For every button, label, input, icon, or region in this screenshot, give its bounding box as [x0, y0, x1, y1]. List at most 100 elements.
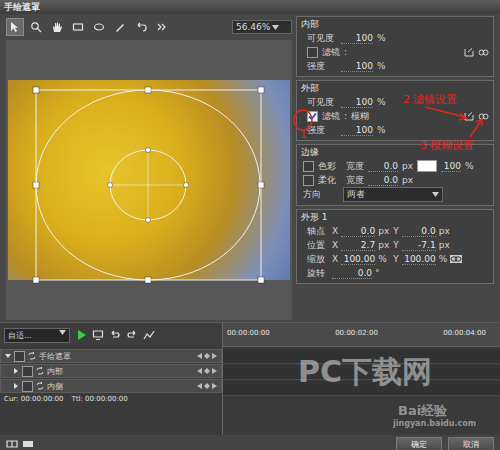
- track-row[interactable]: 手绘遮罩: [0, 349, 222, 363]
- track-checkbox[interactable]: [22, 381, 33, 392]
- single-view-icon[interactable]: [22, 438, 34, 450]
- track-checkbox[interactable]: [14, 351, 25, 362]
- loop-icon: [28, 352, 36, 360]
- tool-button[interactable]: [69, 18, 87, 36]
- value-field[interactable]: 0.0: [368, 161, 398, 172]
- split-view-icon[interactable]: [6, 438, 18, 450]
- ruler-label: 00:00:04:00: [443, 329, 486, 337]
- group-title: 内部: [301, 18, 489, 31]
- track-row[interactable]: 内侧: [0, 379, 222, 393]
- track-row[interactable]: 内部: [0, 364, 222, 378]
- value-field[interactable]: 100: [341, 97, 373, 108]
- dialog-buttons: 确定取消: [396, 437, 494, 450]
- tool-button[interactable]: [90, 18, 108, 36]
- prev-key-icon[interactable]: [197, 368, 202, 374]
- track-rows: 手绘遮罩内部内侧: [0, 347, 222, 393]
- expand-icon[interactable]: [13, 383, 19, 389]
- mask-shapes-icon[interactable]: [6, 40, 292, 320]
- filter-checkbox[interactable]: [307, 111, 318, 122]
- properties-panel: 内部可见度100%滤镜:强度100%外部可见度100%滤镜:模糊强度100%边缘…: [296, 16, 494, 320]
- play-icon[interactable]: [75, 329, 87, 341]
- unit: %: [378, 254, 390, 264]
- filter-checkbox[interactable]: [307, 47, 318, 58]
- single-row: 旋转0.0°: [301, 266, 489, 280]
- x-field[interactable]: 100.00: [341, 254, 375, 265]
- prev-key-icon[interactable]: [197, 353, 202, 359]
- color-swatch[interactable]: [417, 160, 437, 172]
- unit: px: [439, 226, 450, 236]
- filter-row: 滤镜:: [301, 45, 489, 59]
- annotation-label: 3 模糊设置: [420, 138, 475, 153]
- filter-settings-icon[interactable]: [478, 48, 489, 57]
- row-label: 可见度: [307, 96, 337, 109]
- filter-list-icon[interactable]: [464, 112, 474, 121]
- y-field[interactable]: 100.00: [402, 254, 436, 265]
- value-row: 可见度100%: [301, 31, 489, 45]
- value-field[interactable]: 0.0: [332, 268, 372, 279]
- ok-button[interactable]: 确定: [396, 437, 442, 450]
- property-group: 边缘色彩宽度0.0px100%柔化宽度0.0px方向两者: [296, 144, 494, 206]
- separator: :: [344, 47, 347, 57]
- row-label: 柔化: [318, 174, 342, 187]
- value-field[interactable]: 100: [341, 125, 373, 136]
- y-field[interactable]: 0.0: [402, 226, 436, 237]
- redo-icon[interactable]: [126, 329, 138, 341]
- y-label: Y: [393, 254, 399, 264]
- property-group: 外形 1轴点X0.0pxY0.0px位置X2.7pxY-7.1px缩放X100.…: [296, 209, 494, 284]
- filter-list-icon[interactable]: [464, 48, 474, 57]
- x-label: X: [332, 226, 338, 236]
- x-field[interactable]: 0.0: [341, 226, 375, 237]
- value-field[interactable]: 100: [341, 33, 373, 44]
- y-field[interactable]: -7.1: [402, 240, 436, 251]
- add-key-icon[interactable]: [204, 368, 210, 374]
- next-key-icon[interactable]: [212, 383, 217, 389]
- tool-button[interactable]: [132, 18, 150, 36]
- pen-icon: [114, 21, 126, 33]
- toolbar: 56.46%: [6, 16, 292, 38]
- percent-field[interactable]: 100: [441, 161, 461, 172]
- value-field[interactable]: 100: [341, 61, 373, 72]
- track-checkbox[interactable]: [22, 366, 33, 377]
- graph-icon[interactable]: [143, 329, 155, 341]
- tool-button[interactable]: [48, 18, 66, 36]
- edge-checkbox[interactable]: [303, 161, 314, 172]
- tool-button[interactable]: [6, 18, 24, 36]
- unit: %: [377, 61, 386, 71]
- add-key-icon[interactable]: [204, 383, 210, 389]
- track-list: 手绘遮罩内部内侧Cur: 00:00:00:00Ttl: 00:00:00:00: [0, 347, 222, 435]
- collapse-icon[interactable]: [5, 353, 11, 359]
- dropdown-arrow-icon: [272, 25, 279, 30]
- next-key-icon[interactable]: [212, 353, 217, 359]
- fit-select[interactable]: 自适...: [4, 328, 70, 343]
- direction-select[interactable]: 两者: [343, 187, 443, 202]
- check-icon: [308, 112, 317, 121]
- prev-key-icon[interactable]: [197, 383, 202, 389]
- undo-icon[interactable]: [109, 329, 121, 341]
- separator: :: [344, 111, 347, 121]
- cancel-button[interactable]: 取消: [448, 437, 494, 450]
- preview: [6, 40, 292, 320]
- tool-button[interactable]: [27, 18, 45, 36]
- tool-button[interactable]: [111, 18, 129, 36]
- row-label: 色彩: [318, 160, 342, 173]
- x-field[interactable]: 2.7: [341, 240, 375, 251]
- more-icon: [156, 21, 168, 33]
- value-row: 强度100%: [301, 59, 489, 73]
- rectangle-icon: [72, 21, 84, 33]
- value-field[interactable]: 0.0: [368, 175, 398, 186]
- next-key-icon[interactable]: [212, 368, 217, 374]
- edge-checkbox[interactable]: [303, 175, 314, 186]
- unit: px: [439, 240, 450, 250]
- value-row: 可见度100%: [301, 95, 489, 109]
- track-label: 内部: [47, 366, 63, 377]
- zoom-select[interactable]: 56.46%: [232, 20, 292, 34]
- link-icon[interactable]: [450, 255, 462, 263]
- title-bar: 手绘遮罩: [0, 0, 500, 14]
- row-label: 轴点: [307, 225, 329, 238]
- tool-button[interactable]: [153, 18, 171, 36]
- expand-icon[interactable]: [13, 368, 19, 374]
- monitor-icon[interactable]: [92, 329, 104, 341]
- filter-settings-icon[interactable]: [478, 112, 489, 121]
- xy-row: 轴点X0.0pxY0.0px: [301, 224, 489, 238]
- add-key-icon[interactable]: [204, 353, 210, 359]
